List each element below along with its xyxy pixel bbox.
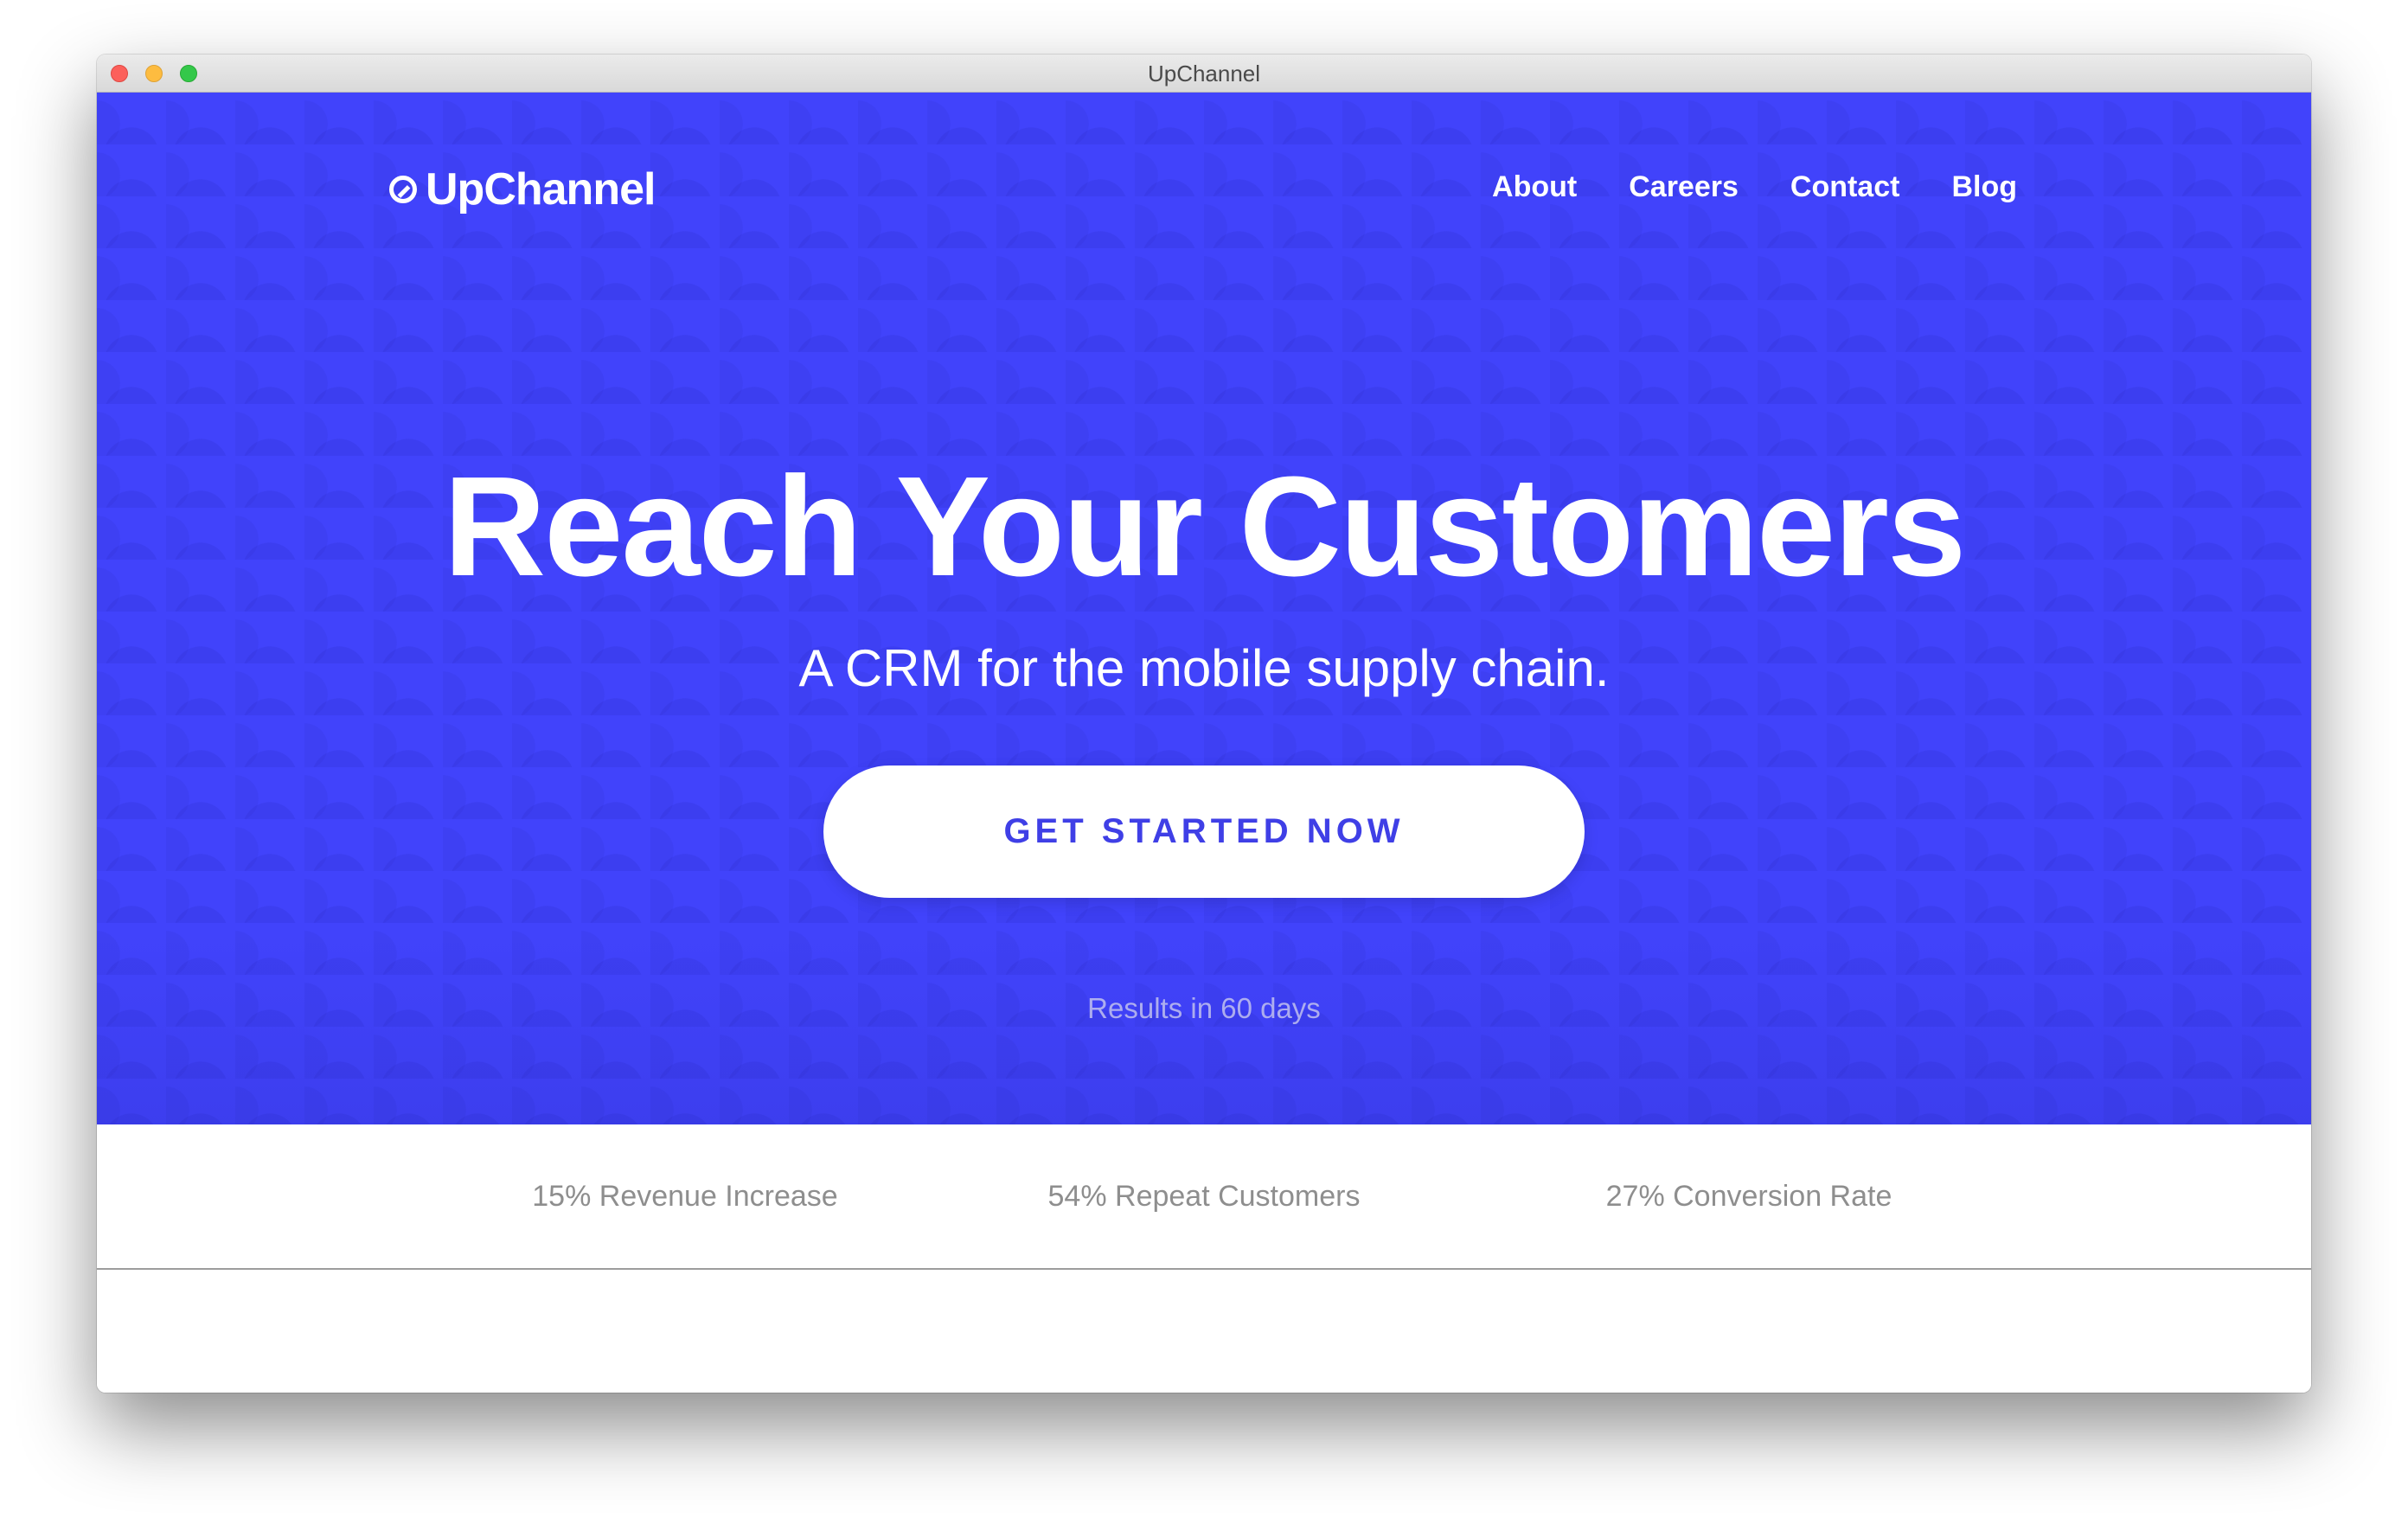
nav-link-blog[interactable]: Blog — [1951, 170, 2017, 204]
nav-link-about[interactable]: About — [1492, 170, 1577, 204]
logo-text: UpChannel — [426, 164, 656, 215]
content-section — [97, 1270, 2311, 1393]
browser-window: UpChannel UpChannel About Careers Contac… — [97, 54, 2311, 1393]
hero-section: UpChannel About Careers Contact Blog Rea… — [97, 93, 2311, 1124]
upchannel-logo-icon — [389, 176, 417, 203]
stat-conversion-rate: 27% Conversion Rate — [1605, 1180, 1892, 1213]
get-started-button[interactable]: GET STARTED NOW — [823, 766, 1585, 898]
hero-subheadline: A CRM for the mobile supply chain. — [798, 639, 1610, 697]
site-logo[interactable]: UpChannel — [389, 163, 656, 215]
main-nav: About Careers Contact Blog — [1492, 170, 2017, 204]
nav-link-careers[interactable]: Careers — [1629, 170, 1739, 204]
stat-repeat-customers: 54% Repeat Customers — [1047, 1180, 1361, 1213]
window-titlebar: UpChannel — [97, 54, 2311, 93]
hero-headline: Reach Your Customers — [443, 447, 1966, 605]
nav-link-contact[interactable]: Contact — [1790, 170, 1900, 204]
stats-bar: 15% Revenue Increase 54% Repeat Customer… — [97, 1124, 2311, 1270]
stat-revenue-increase: 15% Revenue Increase — [532, 1180, 838, 1213]
results-note: Results in 60 days — [1087, 992, 1321, 1024]
window-title: UpChannel — [1147, 61, 1261, 86]
